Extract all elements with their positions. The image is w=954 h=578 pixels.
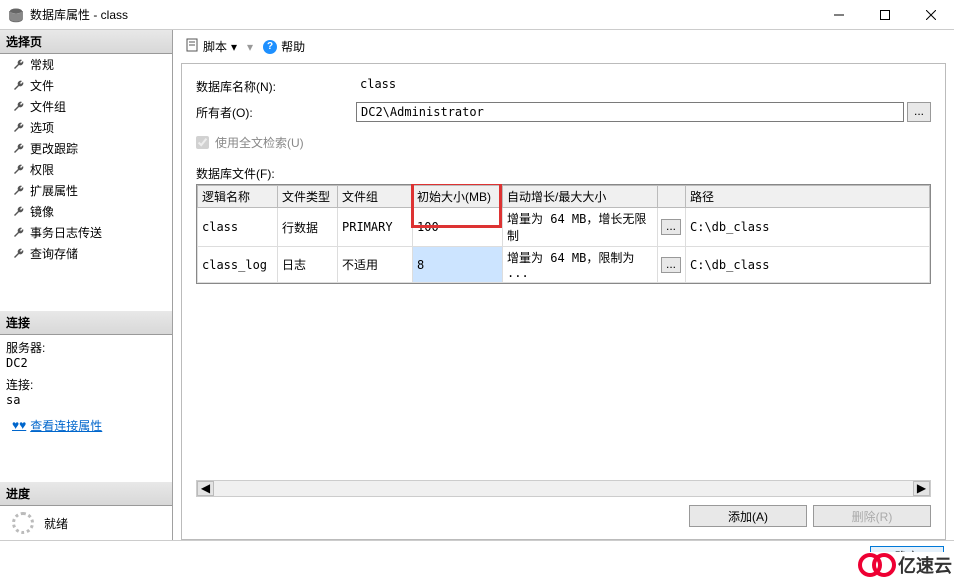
brand-circle-icon — [872, 553, 896, 577]
column-header[interactable]: 路径 — [686, 186, 930, 208]
wrench-icon — [12, 79, 26, 93]
progress-status: 就绪 — [44, 515, 68, 532]
select-page-header: 选择页 — [0, 30, 172, 54]
sidebar-item[interactable]: 选项 — [0, 117, 172, 138]
wrench-icon — [12, 100, 26, 114]
wrench-icon — [12, 205, 26, 219]
table-cell[interactable]: C:\db_class — [686, 247, 930, 283]
cell-browse-button[interactable]: ... — [661, 219, 681, 235]
connection-header: 连接 — [0, 311, 172, 335]
dropdown-arrow-icon: ▾ — [231, 40, 237, 54]
cell-browse-button[interactable]: ... — [661, 257, 681, 273]
right-panel: 脚本 ▾ ▾ ? 帮助 数据库名称(N): class 所有者(O): ... … — [173, 30, 954, 540]
form-area: 数据库名称(N): class 所有者(O): ... 使用全文检索(U) 数据… — [181, 63, 946, 540]
table-cell[interactable]: 增量为 64 MB，限制为 ... — [503, 247, 658, 283]
wrench-icon — [12, 163, 26, 177]
table-cell[interactable]: 行数据 — [278, 208, 338, 247]
table-row[interactable]: class行数据PRIMARY100增量为 64 MB，增长无限制... C:\d… — [198, 208, 930, 247]
db-icon — [8, 7, 24, 23]
sidebar-item[interactable]: 事务日志传送 — [0, 222, 172, 243]
view-connection-props-link[interactable]: ♥♥ 查看连接属性 — [0, 415, 172, 436]
toolbar: 脚本 ▾ ▾ ? 帮助 — [181, 36, 946, 61]
horizontal-scrollbar[interactable]: ◀ ▶ — [196, 480, 931, 497]
owner-label: 所有者(O): — [196, 104, 356, 121]
wrench-icon — [12, 247, 26, 261]
wrench-icon — [12, 226, 26, 240]
script-icon — [185, 38, 199, 55]
column-header[interactable]: 文件类型 — [278, 186, 338, 208]
brand-watermark: 亿速云 — [858, 552, 952, 578]
toolbar-separator: ▾ — [247, 40, 253, 54]
left-panel: 选择页 常规文件文件组选项更改跟踪权限扩展属性镜像事务日志传送查询存储 连接 服… — [0, 30, 173, 540]
files-grid[interactable]: 逻辑名称文件类型文件组初始大小(MB)自动增长/最大大小 路径 class行数据P… — [196, 184, 931, 284]
table-row[interactable]: class_log日志不适用8增量为 64 MB，限制为 ...... C:\db… — [198, 247, 930, 283]
window-title: 数据库属性 - class — [30, 6, 816, 23]
conn-label: 连接: — [6, 376, 166, 393]
column-header[interactable]: 文件组 — [338, 186, 413, 208]
connection-icon: ♥♥ — [12, 418, 26, 432]
wrench-icon — [12, 121, 26, 135]
table-cell[interactable]: 100 — [413, 208, 503, 247]
table-cell[interactable]: class — [198, 208, 278, 247]
titlebar: 数据库属性 - class — [0, 0, 954, 30]
table-cell[interactable]: 日志 — [278, 247, 338, 283]
owner-browse-button[interactable]: ... — [907, 102, 931, 122]
dbname-value: class — [356, 76, 931, 96]
help-icon: ? — [263, 40, 277, 54]
scroll-left-arrow-icon[interactable]: ◀ — [197, 481, 214, 496]
maximize-button[interactable] — [862, 0, 908, 30]
table-cell[interactable]: 增量为 64 MB，增长无限制 — [503, 208, 658, 247]
conn-value: sa — [6, 393, 166, 407]
sidebar-item[interactable]: 更改跟踪 — [0, 138, 172, 159]
footer: 确定 — [0, 540, 954, 572]
owner-input[interactable] — [356, 102, 904, 122]
nav-list: 常规文件文件组选项更改跟踪权限扩展属性镜像事务日志传送查询存储 — [0, 54, 172, 264]
close-button[interactable] — [908, 0, 954, 30]
fulltext-checkbox — [196, 136, 209, 149]
fulltext-label: 使用全文检索(U) — [215, 134, 304, 151]
minimize-button[interactable] — [816, 0, 862, 30]
remove-button: 删除(R) — [813, 505, 931, 527]
scroll-right-arrow-icon[interactable]: ▶ — [913, 481, 930, 496]
sidebar-item[interactable]: 查询存储 — [0, 243, 172, 264]
help-button[interactable]: ? 帮助 — [259, 36, 309, 57]
script-button[interactable]: 脚本 ▾ — [181, 36, 241, 57]
dbname-label: 数据库名称(N): — [196, 78, 356, 95]
files-label: 数据库文件(F): — [196, 165, 931, 182]
sidebar-item[interactable]: 文件组 — [0, 96, 172, 117]
wrench-icon — [12, 58, 26, 72]
sidebar-item[interactable]: 常规 — [0, 54, 172, 75]
column-header[interactable] — [658, 186, 686, 208]
progress-spinner-icon — [12, 512, 34, 534]
column-header[interactable]: 逻辑名称 — [198, 186, 278, 208]
table-cell[interactable]: 不适用 — [338, 247, 413, 283]
wrench-icon — [12, 142, 26, 156]
sidebar-item[interactable]: 文件 — [0, 75, 172, 96]
server-label: 服务器: — [6, 339, 166, 356]
server-value: DC2 — [6, 356, 166, 370]
table-cell[interactable]: 8 — [413, 247, 503, 283]
sidebar-item[interactable]: 扩展属性 — [0, 180, 172, 201]
sidebar-item[interactable]: 权限 — [0, 159, 172, 180]
table-cell[interactable]: class_log — [198, 247, 278, 283]
column-header[interactable]: 自动增长/最大大小 — [503, 186, 658, 208]
sidebar-item[interactable]: 镜像 — [0, 201, 172, 222]
table-cell[interactable]: PRIMARY — [338, 208, 413, 247]
column-header[interactable]: 初始大小(MB) — [413, 186, 503, 208]
table-cell[interactable]: ... — [658, 208, 686, 247]
progress-header: 进度 — [0, 482, 172, 506]
add-button[interactable]: 添加(A) — [689, 505, 807, 527]
wrench-icon — [12, 184, 26, 198]
table-cell[interactable]: ... — [658, 247, 686, 283]
table-cell[interactable]: C:\db_class — [686, 208, 930, 247]
